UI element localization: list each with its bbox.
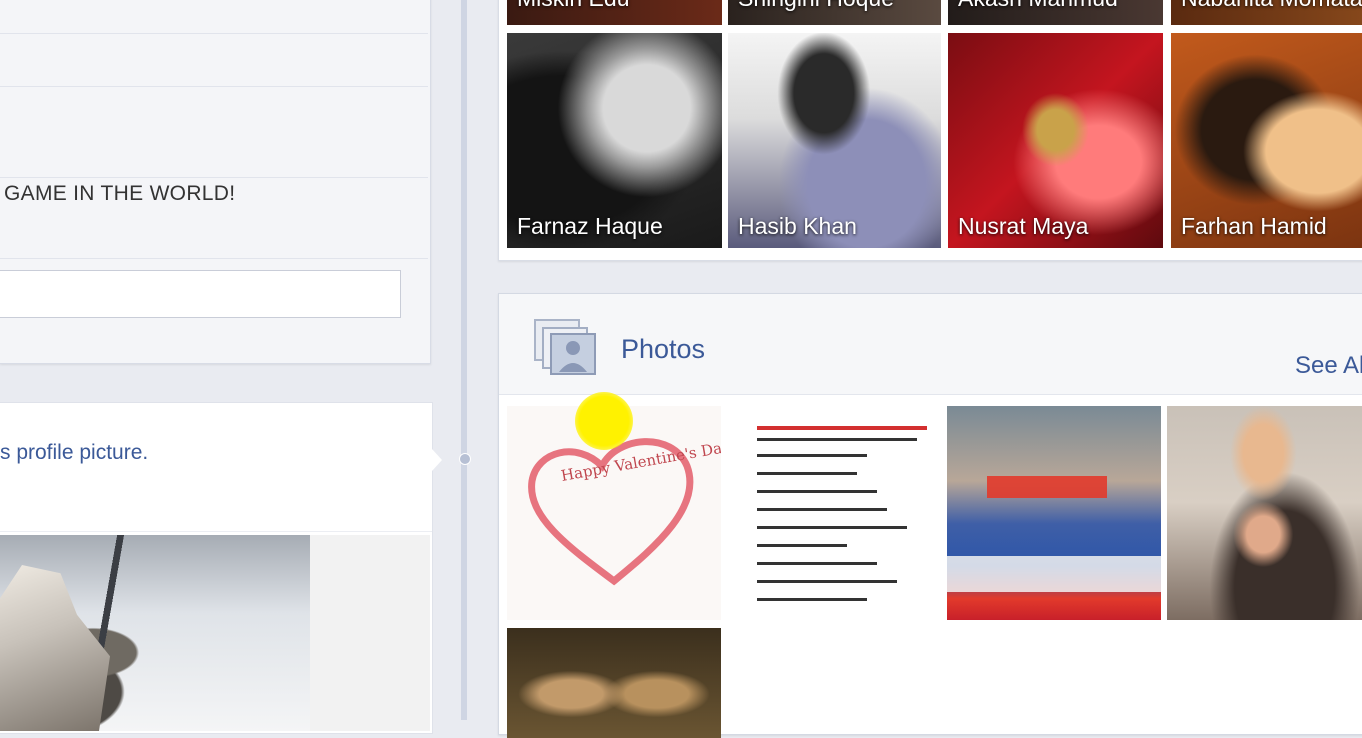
story-photo-margin [310,535,430,731]
profile-info-card: GAME IN THE WORLD! [0,0,431,364]
photo-thumbnail[interactable] [507,628,721,738]
friend-name: Shingini Hoque [738,0,894,12]
story-photo[interactable] [0,535,310,731]
info-row [0,1,428,34]
friend-tile[interactable]: Farhan Hamid [1171,33,1362,248]
photo-thumbnail[interactable] [727,406,941,620]
friend-tile[interactable]: Farnaz Haque [507,33,722,248]
friend-name: Farhan Hamid [1181,213,1327,239]
photo-thumbnail[interactable] [947,406,1161,620]
info-row [0,34,428,87]
friends-card: Miskin Edu Shingini Hoque Akash Mahmud N… [498,0,1362,261]
info-row [0,87,428,178]
see-all-link[interactable]: See All [1295,352,1362,380]
info-text: GAME IN THE WORLD! [4,182,236,205]
friend-name: Miskin Edu [517,0,629,12]
friend-tile[interactable]: Shingini Hoque [728,0,941,25]
timeline-spine [461,0,467,720]
friend-tile[interactable]: Hasib Khan [728,33,941,248]
left-column: GAME IN THE WORLD! s profile picture. [0,0,442,734]
friend-tile[interactable]: Nabanita Momata [1171,0,1362,25]
friend-name: Nabanita Momata [1181,0,1362,12]
friend-tile[interactable]: Akash Mahmud [948,0,1163,25]
friend-name: Akash Mahmud [958,0,1118,12]
friend-name: Farnaz Haque [517,213,663,239]
comment-input[interactable] [0,270,401,318]
timeline-dot [459,453,471,465]
friend-name: Hasib Khan [738,213,857,239]
story-text-link[interactable]: s profile picture. [0,441,148,465]
photos-card: Photos See All Happy Valentine's Day! [498,293,1362,738]
story-header: s profile picture. [0,403,432,532]
photos-header: Photos See All [499,294,1362,395]
friend-name: Nusrat Maya [958,213,1089,239]
photos-title[interactable]: Photos [621,334,705,365]
photo-thumbnail[interactable] [1167,406,1362,620]
friend-tile[interactable]: Nusrat Maya [948,33,1163,248]
cursor-highlight [575,392,633,450]
photos-icon [534,319,596,375]
profile-picture-story: s profile picture. [0,402,442,734]
friend-tile[interactable]: Miskin Edu [507,0,722,25]
